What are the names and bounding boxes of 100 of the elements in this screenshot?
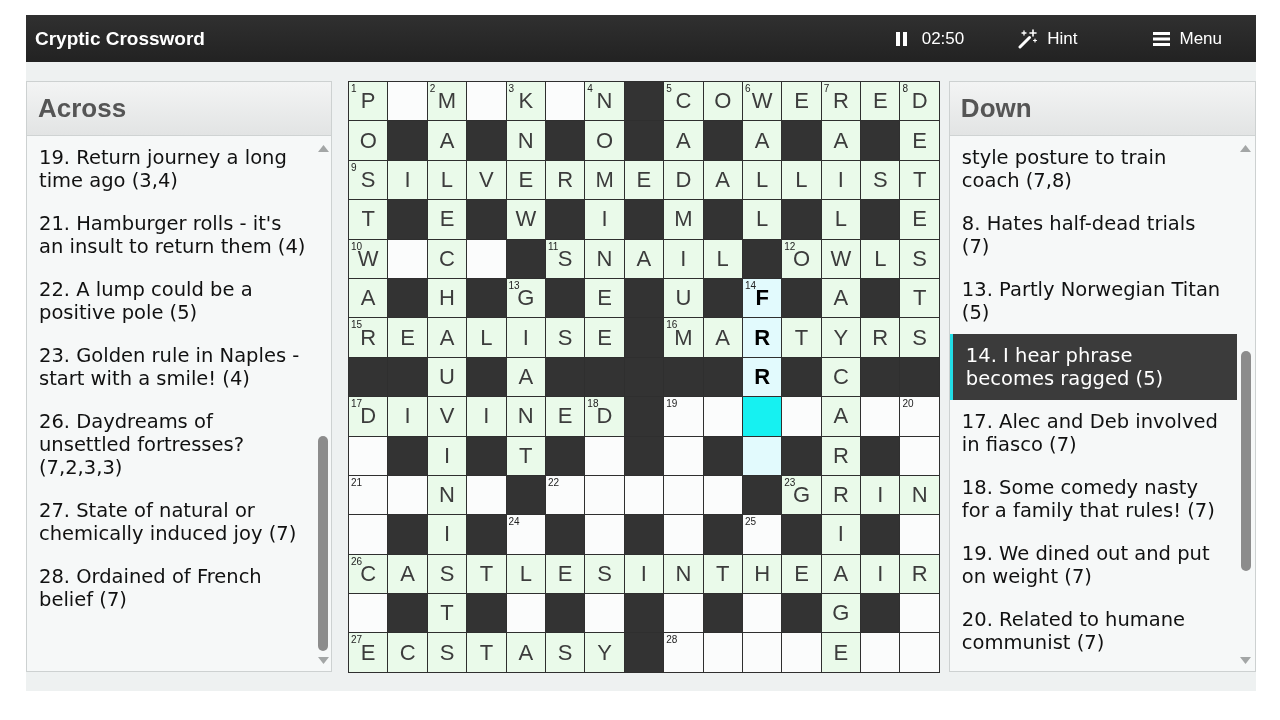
grid-cell[interactable]: I [624, 554, 664, 594]
grid-cell[interactable]: T [900, 278, 939, 318]
grid-cell[interactable]: T [467, 633, 506, 672]
grid-cell[interactable]: I [506, 318, 545, 357]
grid-cell[interactable]: I [861, 475, 900, 515]
grid-cell[interactable]: E [585, 318, 624, 357]
grid-cell[interactable]: N [900, 475, 939, 515]
grid-cell[interactable]: E [388, 318, 427, 357]
grid-cell[interactable] [349, 594, 388, 633]
grid-cell[interactable] [349, 515, 388, 554]
grid-cell[interactable] [900, 436, 939, 475]
grid-cell[interactable]: T [349, 200, 388, 239]
grid-cell[interactable]: T [703, 554, 742, 594]
grid-cell[interactable]: S [861, 160, 900, 200]
grid-cell[interactable]: O [703, 82, 742, 121]
clue-item[interactable]: 20. Related to humane communist (7) [949, 598, 1237, 664]
grid-cell[interactable]: V [467, 160, 506, 200]
grid-cell[interactable]: I [821, 160, 861, 200]
grid-cell[interactable]: A [506, 357, 545, 397]
grid-cell[interactable]: G [821, 594, 861, 633]
clue-item[interactable]: 21. Hamburger rolls - it's an insult to return them (4) [27, 202, 315, 268]
grid-cell[interactable]: E [427, 200, 467, 239]
grid-cell[interactable]: A [821, 278, 861, 318]
grid-cell[interactable] [388, 475, 427, 515]
grid-cell[interactable]: N [585, 239, 624, 278]
grid-cell[interactable]: C [427, 239, 467, 278]
clue-item[interactable]: style posture to train coach (7,8) [949, 136, 1237, 202]
grid-cell[interactable]: A [427, 121, 467, 160]
grid-cell[interactable]: E [821, 633, 861, 672]
grid-cell[interactable] [664, 594, 703, 633]
grid-cell[interactable] [467, 239, 506, 278]
grid-cell[interactable]: 25 [742, 515, 782, 554]
grid-cell[interactable]: A [388, 554, 427, 594]
clue-item[interactable]: 8. Hates half-dead trials (7) [949, 202, 1237, 268]
grid-cell[interactable]: A [821, 121, 861, 160]
grid-cell[interactable]: C [388, 633, 427, 672]
clue-item[interactable]: 17. Alec and Deb involved in fiasco (7) [949, 400, 1237, 466]
grid-cell[interactable]: S [427, 554, 467, 594]
grid-cell[interactable]: S [545, 318, 585, 357]
grid-cell[interactable] [861, 397, 900, 436]
grid-cell[interactable]: O [585, 121, 624, 160]
grid-cell[interactable]: R [545, 160, 585, 200]
grid-cell[interactable] [782, 397, 821, 436]
grid-cell[interactable]: T [900, 160, 939, 200]
grid-cell[interactable]: H [427, 278, 467, 318]
grid-cell[interactable]: Y [585, 633, 624, 672]
grid-cell[interactable]: Y [821, 318, 861, 357]
grid-cell[interactable]: E [545, 397, 585, 436]
grid-cell[interactable]: A [624, 239, 664, 278]
grid-cell[interactable]: S [585, 554, 624, 594]
grid-cell[interactable]: L [427, 160, 467, 200]
grid-cell[interactable]: N [506, 121, 545, 160]
grid-cell[interactable]: N [664, 554, 703, 594]
grid-cell[interactable]: S [900, 239, 939, 278]
grid-cell[interactable]: R [861, 318, 900, 357]
grid-cell[interactable] [664, 475, 703, 515]
grid-cell[interactable] [900, 594, 939, 633]
grid-cell[interactable]: E [900, 121, 939, 160]
timer-button[interactable]: 02:50 [893, 24, 967, 53]
grid-cell[interactable]: I [467, 397, 506, 436]
grid-cell[interactable]: N [506, 397, 545, 436]
clue-item[interactable]: 22. A lump could be a positive pole (5) [27, 268, 315, 334]
grid-cell[interactable] [742, 397, 782, 436]
grid-cell[interactable] [585, 515, 624, 554]
grid-cell[interactable] [585, 436, 624, 475]
scrollbar-thumb[interactable] [318, 436, 328, 651]
grid-cell[interactable]: 28 [664, 633, 703, 672]
clue-item[interactable]: 13. Partly Norwegian Titan (5) [949, 268, 1237, 334]
grid-cell[interactable]: I [585, 200, 624, 239]
grid-cell[interactable]: A [821, 554, 861, 594]
grid-cell[interactable]: R [742, 357, 782, 397]
grid-cell[interactable]: E [861, 82, 900, 121]
grid-cell[interactable]: L [821, 200, 861, 239]
grid-cell[interactable] [900, 515, 939, 554]
grid-cell[interactable] [861, 633, 900, 672]
grid-cell[interactable] [703, 633, 742, 672]
grid-cell[interactable] [467, 475, 506, 515]
grid-cell[interactable]: R [742, 318, 782, 357]
clue-item[interactable]: 19. We dined out and put on weight (7) [949, 532, 1237, 598]
grid-cell[interactable]: A [703, 160, 742, 200]
clue-item[interactable]: 28. Ordained of French belief (7) [27, 555, 315, 621]
grid-cell[interactable]: A [703, 318, 742, 357]
grid-cell[interactable]: U [427, 357, 467, 397]
grid-cell[interactable]: E [545, 554, 585, 594]
clue-item[interactable]: 14. I hear phrase becomes ragged (5) [949, 334, 1237, 400]
grid-cell[interactable]: N [427, 475, 467, 515]
grid-cell[interactable]: I [821, 515, 861, 554]
grid-cell[interactable]: 22 [545, 475, 585, 515]
clue-item[interactable]: 26. Daydreams of unsettled fortresses? (7,2,3,3) [27, 400, 315, 489]
grid-cell[interactable] [506, 594, 545, 633]
grid-cell[interactable]: I [427, 436, 467, 475]
grid-cell[interactable]: 21 [349, 475, 388, 515]
menu-button[interactable]: Menu [1151, 24, 1224, 53]
grid-cell[interactable]: L [703, 239, 742, 278]
grid-cell[interactable] [664, 436, 703, 475]
grid-cell[interactable]: I [388, 160, 427, 200]
clue-item[interactable]: 23. Golden rule in Naples - start with a smile! (4) [27, 334, 315, 400]
grid-cell[interactable] [742, 594, 782, 633]
grid-cell[interactable]: E [624, 160, 664, 200]
grid-cell[interactable]: T [427, 594, 467, 633]
